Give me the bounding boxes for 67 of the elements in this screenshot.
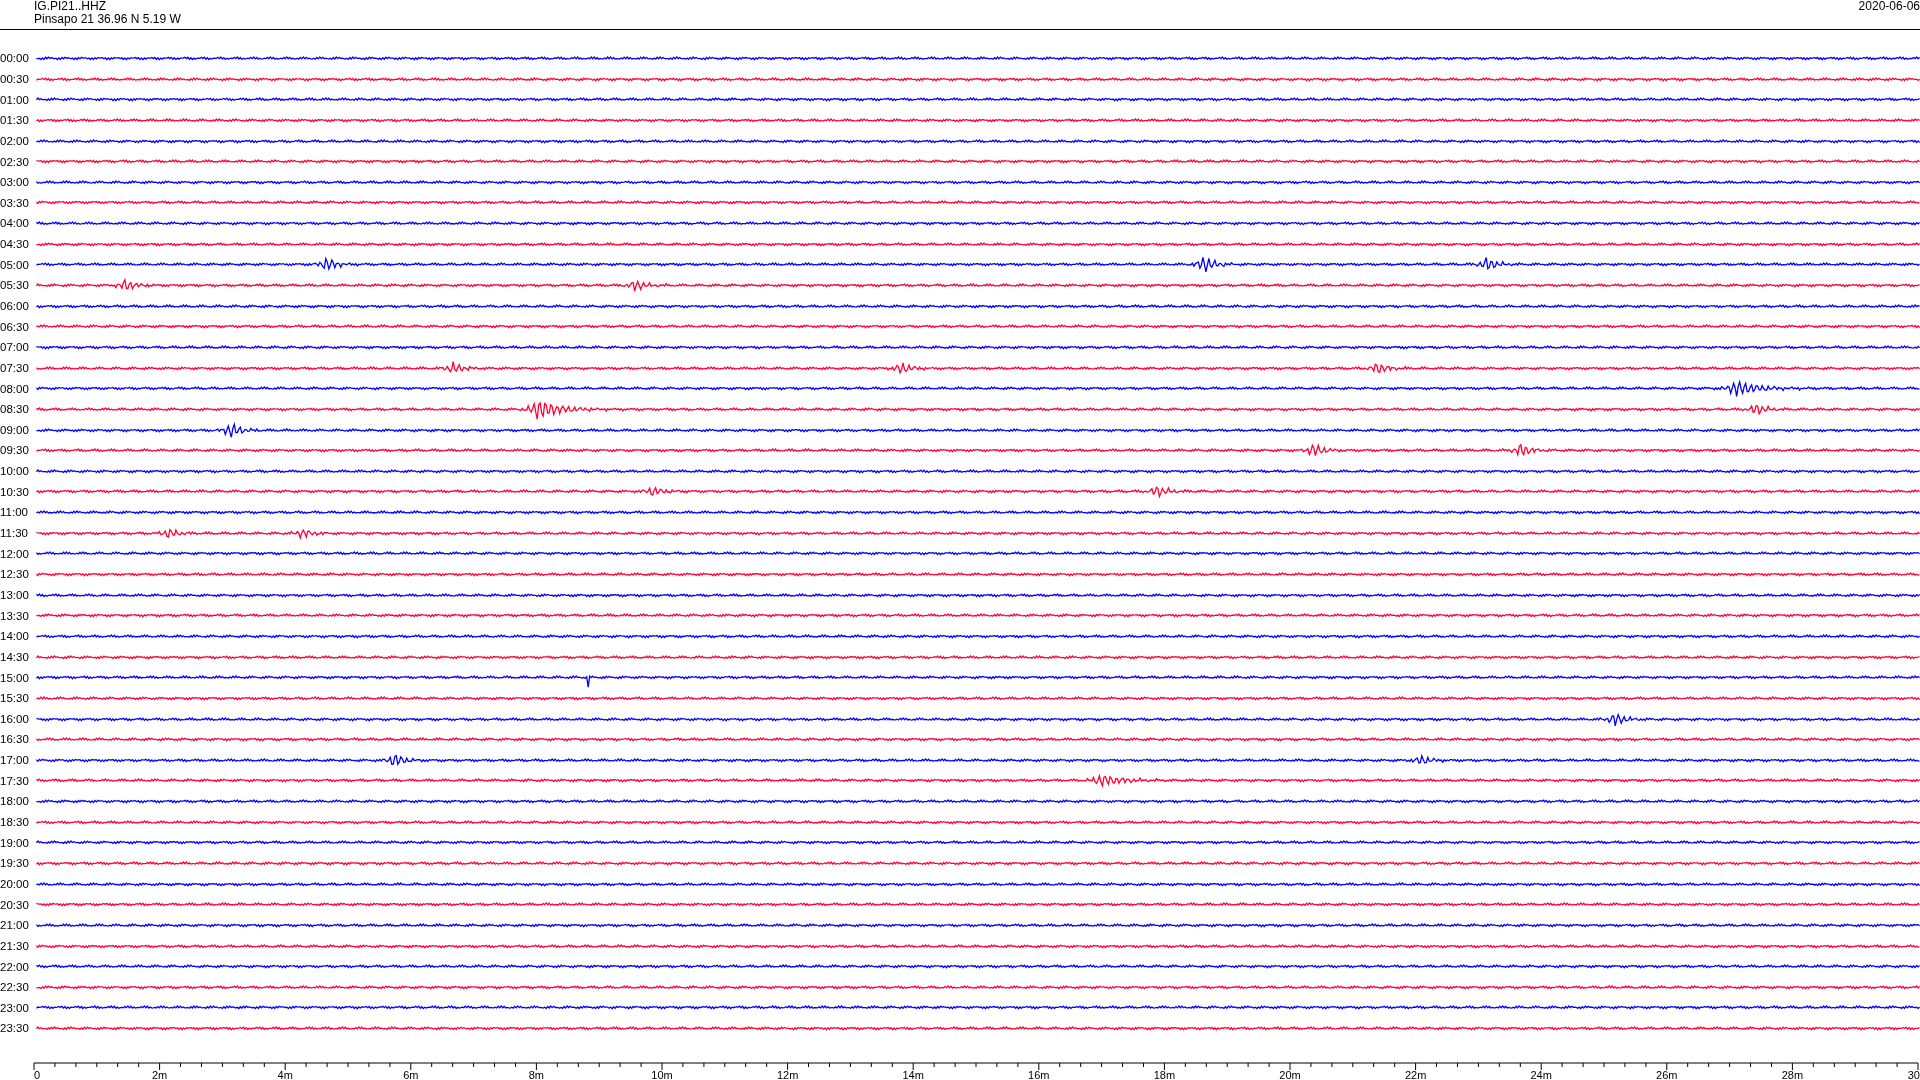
plot-date: 2020-06-06 — [1858, 0, 1920, 15]
row-time-label: 00:30 — [0, 72, 30, 85]
row-time-label: 03:00 — [0, 176, 30, 189]
axis-tick-label: 30 — [1907, 1068, 1920, 1080]
row-time-label: 15:30 — [0, 692, 30, 705]
row-time-label: 10:00 — [0, 465, 30, 478]
axis-tick-label: 16m — [1028, 1068, 1050, 1080]
row-time-label: 15:00 — [0, 671, 30, 684]
row-time-label: 14:00 — [0, 630, 30, 643]
row-time-label: 06:30 — [0, 320, 30, 333]
row-time-label: 18:00 — [0, 795, 30, 808]
row-time-label: 01:00 — [0, 93, 30, 106]
row-time-label: 12:00 — [0, 547, 30, 560]
axis-tick-label: 10m — [651, 1068, 673, 1080]
axis-tick-label: 0 — [34, 1068, 41, 1080]
row-time-label: 04:00 — [0, 217, 30, 230]
row-time-label: 07:00 — [0, 341, 30, 354]
row-time-label: 03:30 — [0, 196, 30, 209]
row-time-label: 02:30 — [0, 155, 30, 168]
row-time-label: 13:30 — [0, 609, 30, 622]
row-time-label: 19:00 — [0, 836, 30, 849]
station-code: IG.PI21..HHZ — [34, 0, 108, 13]
axis-tick-label: 24m — [1530, 1068, 1552, 1080]
row-time-label: 20:00 — [0, 877, 30, 890]
row-time-label: 05:30 — [0, 279, 30, 292]
axis-tick-label: 18m — [1153, 1068, 1176, 1080]
row-time-label: 21:00 — [0, 919, 30, 932]
row-time-label: 12:30 — [0, 568, 30, 581]
axis-tick-label: 26m — [1656, 1068, 1678, 1080]
row-time-label: 09:30 — [0, 444, 30, 457]
row-time-label: 01:30 — [0, 114, 30, 127]
row-time-label: 23:00 — [0, 1001, 30, 1014]
row-time-label: 18:30 — [0, 816, 30, 828]
row-time-label: 05:00 — [0, 258, 30, 271]
row-time-label: 10:30 — [0, 485, 30, 498]
row-time-label: 11:30 — [0, 527, 29, 540]
row-time-label: 08:30 — [0, 403, 30, 416]
row-time-label: 22:30 — [0, 981, 30, 994]
row-time-label: 21:30 — [0, 939, 30, 952]
row-time-label: 14:30 — [0, 650, 30, 663]
row-time-label: 02:00 — [0, 134, 30, 147]
station-location: Pinsapo 21 36.96 N 5.19 W — [34, 13, 181, 26]
axis-tick-label: 14m — [902, 1068, 924, 1080]
row-time-label: 16:00 — [0, 712, 30, 725]
axis-tick-label: 8m — [528, 1068, 545, 1080]
row-time-label: 00:00 — [0, 52, 30, 65]
axis-tick-label: 4m — [277, 1068, 293, 1080]
row-time-label: 19:30 — [0, 857, 30, 870]
axis-tick-label: 6m — [403, 1068, 419, 1080]
row-time-label: 20:30 — [0, 898, 30, 911]
row-time-label: 13:00 — [0, 588, 30, 601]
row-time-label: 08:00 — [0, 382, 30, 395]
axis-tick-label: 22m — [1404, 1068, 1427, 1080]
axis-tick-label: 2m — [151, 1068, 168, 1080]
row-time-label: 17:30 — [0, 774, 30, 787]
row-time-label: 09:00 — [0, 423, 30, 436]
row-time-label: 22:00 — [0, 960, 30, 973]
axis-tick-label: 12m — [776, 1068, 799, 1080]
row-time-label: 17:00 — [0, 754, 30, 767]
row-time-label: 07:30 — [0, 361, 30, 374]
row-time-label: 06:00 — [0, 300, 30, 312]
axis-tick-label: 28m — [1781, 1068, 1804, 1080]
row-time-label: 23:30 — [0, 1022, 30, 1035]
row-time-label: 04:30 — [0, 238, 30, 251]
row-time-label: 16:30 — [0, 733, 30, 746]
axis-tick-label: 20m — [1279, 1068, 1301, 1080]
row-time-label: 11:00 — [0, 506, 29, 519]
